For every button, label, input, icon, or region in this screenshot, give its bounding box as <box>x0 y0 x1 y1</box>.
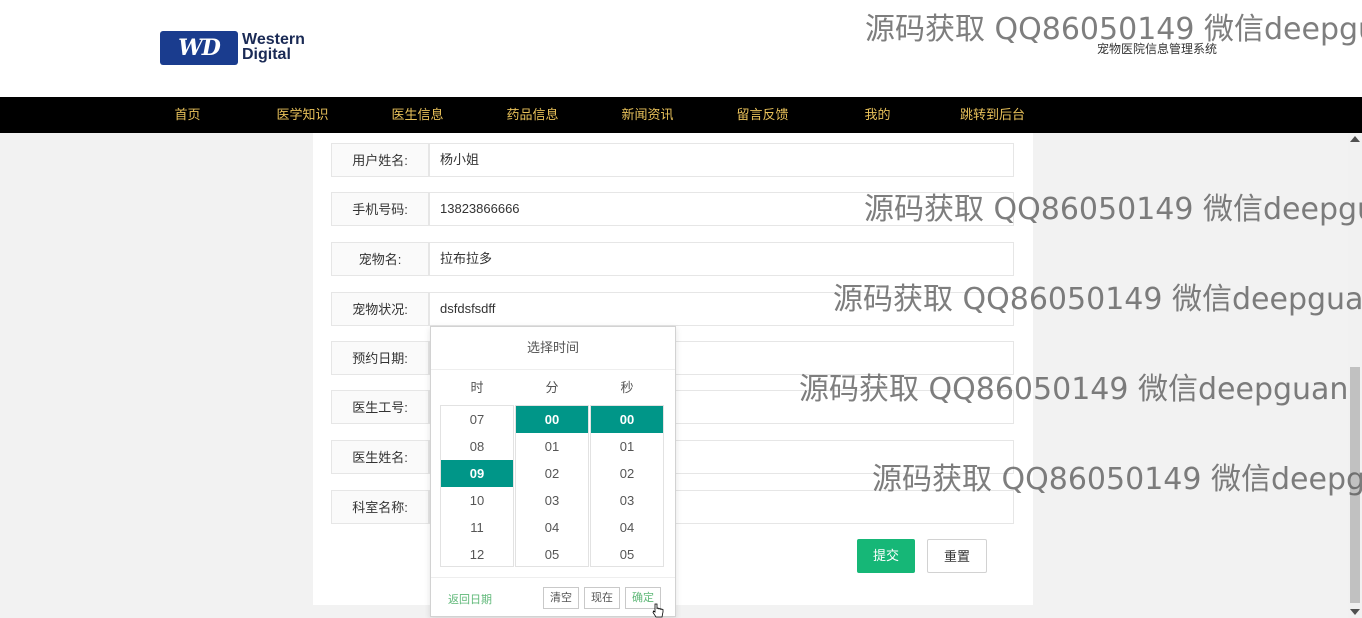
minute-option[interactable]: 01 <box>516 433 588 460</box>
minute-option[interactable]: 02 <box>516 460 588 487</box>
form-label: 预约日期: <box>331 341 429 375</box>
nav-item-medicine-info[interactable]: 药品信息 <box>475 97 590 133</box>
nav-item-admin[interactable]: 跳转到后台 <box>935 97 1050 133</box>
wd-badge: WD <box>160 31 238 65</box>
second-option[interactable]: 02 <box>591 460 663 487</box>
hour-option[interactable]: 12 <box>441 541 513 568</box>
clear-button[interactable]: 清空 <box>543 587 579 609</box>
user-name-input[interactable]: 杨小姐 <box>429 143 1014 177</box>
time-picker: 选择时间 时 分 秒 07 08 09 10 11 12 00 01 02 03… <box>430 326 676 617</box>
hand-cursor-icon <box>652 603 664 618</box>
time-picker-title: 选择时间 <box>431 327 675 370</box>
watermark: 源码获取 QQ86050149 微信deepguan <box>872 462 1362 497</box>
now-button[interactable]: 现在 <box>584 587 620 609</box>
nav-item-news[interactable]: 新闻资讯 <box>590 97 705 133</box>
main-nav: 首页 医学知识 医生信息 药品信息 新闻资讯 留言反馈 我的 跳转到后台 <box>0 97 1362 133</box>
nav-item-medical-knowledge[interactable]: 医学知识 <box>245 97 360 133</box>
watermark: 源码获取 QQ86050149 微信deepguan <box>833 282 1362 317</box>
minute-column-header: 分 <box>545 380 559 395</box>
pet-name-input[interactable]: 拉布拉多 <box>429 242 1014 276</box>
nav-item-mine[interactable]: 我的 <box>820 97 935 133</box>
form-label: 用户姓名: <box>331 143 429 177</box>
form-label: 宠物名: <box>331 242 429 276</box>
watermark: 源码获取 QQ86050149 微信deepguan <box>799 372 1349 407</box>
hour-option-selected[interactable]: 09 <box>441 460 513 487</box>
scroll-up-arrow-icon[interactable] <box>1350 136 1360 142</box>
hour-column-header: 时 <box>470 380 484 395</box>
nav-item-home[interactable]: 首页 <box>130 97 245 133</box>
form-label: 医生姓名: <box>331 440 429 474</box>
nav-item-doctor-info[interactable]: 医生信息 <box>360 97 475 133</box>
form-label: 医生工号: <box>331 390 429 424</box>
second-option[interactable]: 01 <box>591 433 663 460</box>
watermark: 源码获取 QQ86050149 微信deepguan <box>864 192 1362 227</box>
minute-option[interactable]: 04 <box>516 514 588 541</box>
second-column-header: 秒 <box>620 380 634 395</box>
second-list[interactable]: 00 01 02 03 04 05 <box>590 405 664 567</box>
scroll-down-arrow-icon[interactable] <box>1350 609 1360 615</box>
minute-option[interactable]: 05 <box>516 541 588 568</box>
minute-option[interactable]: 03 <box>516 487 588 514</box>
second-option[interactable]: 05 <box>591 541 663 568</box>
second-option-selected[interactable]: 00 <box>591 406 663 433</box>
hour-option[interactable]: 10 <box>441 487 513 514</box>
nav-item-feedback[interactable]: 留言反馈 <box>705 97 820 133</box>
back-to-date-link[interactable]: 返回日期 <box>448 591 492 607</box>
hour-option[interactable]: 08 <box>441 433 513 460</box>
western-digital-logo[interactable]: WD Western Digital <box>160 31 330 65</box>
reset-button[interactable]: 重置 <box>927 539 987 573</box>
form-label: 宠物状况: <box>331 292 429 326</box>
form-label: 科室名称: <box>331 490 429 524</box>
form-row-pet-name: 宠物名: 拉布拉多 <box>331 242 1014 276</box>
form-label: 手机号码: <box>331 192 429 226</box>
minute-option-selected[interactable]: 00 <box>516 406 588 433</box>
logo-text: Western Digital <box>242 31 305 63</box>
form-row-user-name: 用户姓名: 杨小姐 <box>331 143 1014 177</box>
minute-list[interactable]: 00 01 02 03 04 05 <box>515 405 589 567</box>
submit-button[interactable]: 提交 <box>857 539 915 573</box>
hour-list[interactable]: 07 08 09 10 11 12 <box>440 405 514 567</box>
hour-option[interactable]: 11 <box>441 514 513 541</box>
hour-option[interactable]: 07 <box>441 406 513 433</box>
second-option[interactable]: 04 <box>591 514 663 541</box>
second-option[interactable]: 03 <box>591 487 663 514</box>
watermark: 源码获取 QQ86050149 微信deepguan <box>865 12 1362 47</box>
time-picker-footer: 返回日期 清空 现在 确定 <box>431 577 675 617</box>
